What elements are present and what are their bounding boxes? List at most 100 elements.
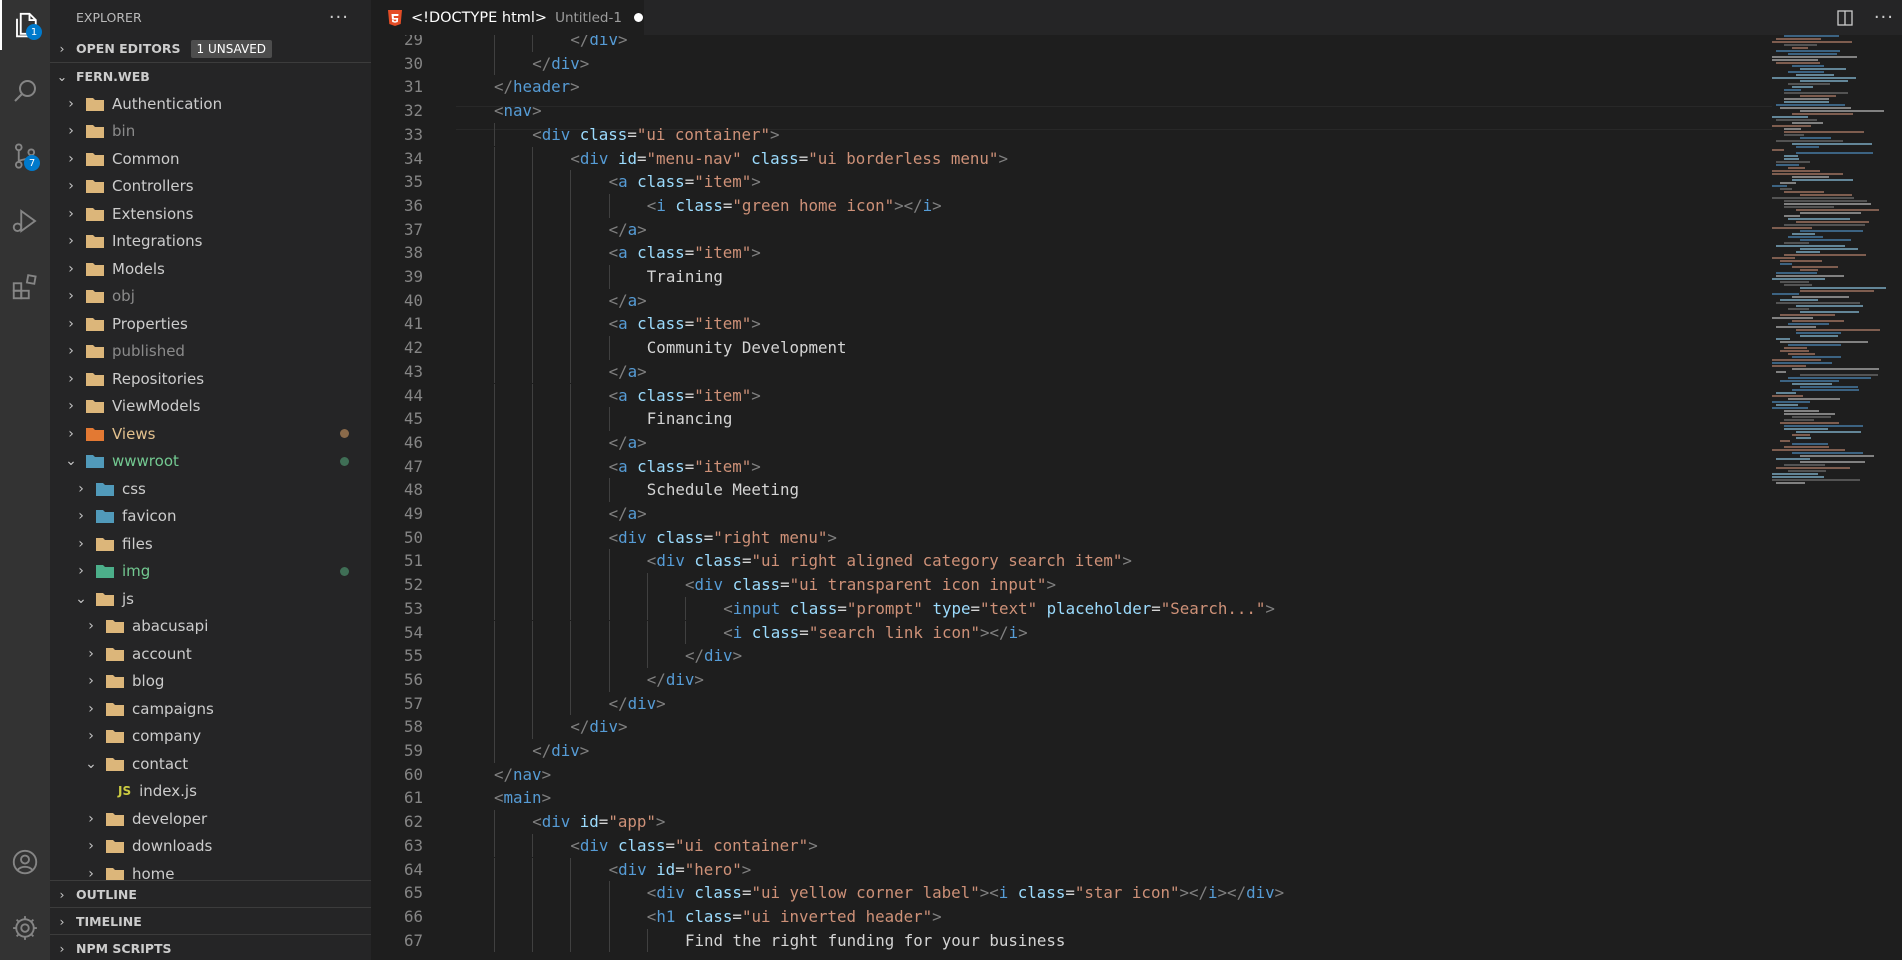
line-number: 32 [403, 101, 423, 121]
tree-item-bin[interactable]: › bin [50, 118, 371, 146]
timeline-section[interactable]: › TIMELINE [50, 908, 371, 935]
tree-item-label: obj [112, 287, 135, 306]
code-token: class [637, 172, 685, 192]
chevron-down-icon: ⌄ [56, 69, 68, 84]
code-token: id [617, 148, 637, 168]
tree-item-label: index.js [139, 782, 197, 801]
code-token: > [751, 314, 761, 334]
tree-item-repositories[interactable]: › Repositories [50, 365, 371, 393]
minimap-line [1776, 467, 1850, 469]
tree-item-js[interactable]: ⌄ js [50, 585, 371, 613]
source-control-icon[interactable]: 7 [0, 131, 50, 181]
more-actions-icon[interactable]: ··· [329, 7, 349, 28]
minimap-line [1772, 293, 1799, 295]
npm-scripts-section[interactable]: › NPM SCRIPTS [50, 935, 371, 960]
tree-item-wwwroot[interactable]: ⌄ wwwroot [50, 448, 371, 476]
indent-guide [608, 881, 610, 905]
tree-item-downloads[interactable]: › downloads [50, 833, 371, 861]
code-text: Community Development [647, 336, 847, 360]
editor-tab[interactable]: <!DOCTYPE html> Untitled-1 [371, 0, 644, 35]
tree-item-controllers[interactable]: › Controllers [50, 173, 371, 201]
tree-item-authentication[interactable]: › Authentication [50, 90, 371, 118]
minimap-line [1800, 461, 1866, 463]
indent-guide [532, 241, 534, 265]
code-token: </ [608, 693, 628, 713]
indent-guide [532, 359, 534, 384]
tree-item-common[interactable]: › Common [50, 145, 371, 173]
minimap-line [1776, 326, 1817, 328]
outline-section[interactable]: › OUTLINE [50, 881, 371, 908]
extensions-icon[interactable] [0, 262, 50, 312]
tree-item-contact[interactable]: ⌄ contact [50, 750, 371, 778]
more-actions-icon[interactable]: ··· [1874, 7, 1894, 28]
code-token: a [627, 432, 638, 452]
code-editor[interactable]: 29 </div> 30 </div> 31 </header> 32 <nav> 33 <div… [371, 35, 1902, 960]
project-section[interactable]: ⌄ FERN.WEB [50, 62, 371, 90]
code-text: </nav> [494, 763, 551, 787]
code-token: = [1065, 883, 1075, 903]
code-text: <a class="item"> [609, 384, 761, 408]
tree-item-extensions[interactable]: › Extensions [50, 200, 371, 228]
indent-guide [608, 407, 610, 431]
code-token: "item" [694, 243, 752, 263]
search-icon[interactable] [0, 66, 50, 116]
line-number: 50 [403, 527, 423, 547]
tree-item-obj[interactable]: › obj [50, 283, 371, 311]
tree-item-abacusapi[interactable]: › abacusapi [50, 613, 371, 641]
minimap[interactable] [1772, 35, 1892, 960]
tree-item-models[interactable]: › Models [50, 255, 371, 283]
folder-icon [86, 124, 104, 139]
code-token: "ui right aligned category search item" [751, 551, 1123, 571]
unsaved-dot-icon[interactable] [633, 13, 643, 22]
tree-item-integrations[interactable]: › Integrations [50, 228, 371, 256]
code-token: class [789, 598, 838, 618]
code-token: > [541, 764, 552, 784]
chevron-right-icon: › [68, 95, 74, 112]
accounts-icon[interactable] [0, 837, 50, 887]
tree-item-viewmodels[interactable]: › ViewModels [50, 393, 371, 421]
code-token: "app" [608, 812, 656, 832]
tree-item-index-js[interactable]: JS index.js [50, 778, 371, 806]
tree-item-blog[interactable]: › blog [50, 668, 371, 696]
tree-item-properties[interactable]: › Properties [50, 310, 371, 338]
minimap-line [1780, 107, 1852, 109]
minimap-line [1780, 260, 1823, 262]
line-number: 30 [403, 53, 423, 73]
tree-item-img[interactable]: › img [50, 558, 371, 586]
code-token: > [637, 290, 647, 310]
code-token: "ui container" [636, 124, 770, 144]
minimap-line [1792, 443, 1828, 445]
code-token: > [751, 243, 761, 263]
code-token: type [932, 598, 971, 618]
tree-item-favicon[interactable]: › favicon [50, 503, 371, 531]
tree-item-label: campaigns [132, 699, 214, 718]
code-token: div [589, 717, 618, 737]
minimap-line [1792, 65, 1825, 67]
open-editors-section[interactable]: › OPEN EDITORS 1 UNSAVED [50, 35, 371, 62]
indent-guide [646, 928, 648, 953]
tree-item-label: Properties [112, 314, 188, 333]
settings-gear-icon[interactable] [0, 903, 50, 953]
minimap-line [1776, 164, 1800, 166]
tree-item-views[interactable]: › Views [50, 420, 371, 448]
folder-icon [86, 372, 104, 386]
editor-actions: ··· [1836, 0, 1894, 35]
tree-item-account[interactable]: › account [50, 640, 371, 668]
tree-item-files[interactable]: › files [50, 530, 371, 558]
run-debug-icon[interactable] [0, 196, 50, 246]
tree-item-company[interactable]: › company [50, 723, 371, 751]
code-token: > [751, 385, 761, 405]
tree-item-developer[interactable]: › developer [50, 805, 371, 833]
code-text: </div> [532, 52, 589, 76]
indent-guide [532, 312, 534, 337]
minimap-line [1784, 89, 1802, 91]
explorer-icon[interactable]: 1 [0, 0, 52, 50]
tree-item-campaigns[interactable]: › campaigns [50, 695, 371, 723]
tree-item-published[interactable]: › published [50, 338, 371, 366]
split-editor-icon[interactable] [1836, 9, 1854, 27]
tree-item-css[interactable]: › css [50, 475, 371, 503]
